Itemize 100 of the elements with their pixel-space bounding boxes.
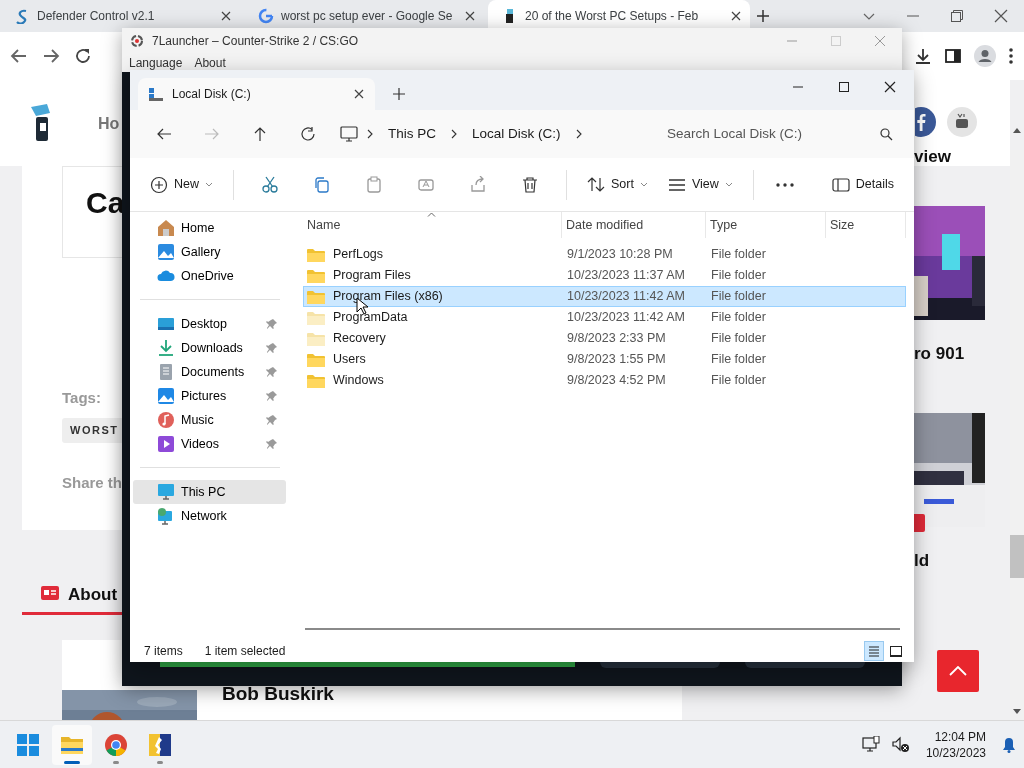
file-name: Recovery — [332, 330, 386, 348]
about-heading: About — [68, 584, 118, 606]
chevron-icon[interactable] — [450, 129, 458, 139]
close-icon[interactable] — [220, 10, 232, 22]
scroll-down-icon[interactable] — [1013, 709, 1021, 714]
breadcrumb-item[interactable]: This PC — [374, 123, 450, 145]
file-name: Program Files — [332, 267, 411, 285]
back-icon[interactable] — [10, 47, 28, 65]
gallery-icon — [157, 243, 175, 261]
menu-item[interactable]: Language — [129, 54, 183, 72]
column-header[interactable]: Type — [706, 212, 826, 238]
post-title[interactable]: ro 901 — [914, 341, 965, 367]
network-status-icon[interactable] — [861, 735, 880, 754]
article-heading: Ca — [86, 185, 125, 221]
copy-icon — [313, 175, 331, 194]
file-name: Users — [332, 351, 366, 369]
nav-item[interactable]: Downloads — [133, 336, 286, 360]
date-cell-text: 9/1/2023 10:28 PM — [566, 246, 674, 264]
scroll-up-icon[interactable] — [1013, 128, 1021, 133]
search-field[interactable]: Search Local Disk (C:) — [665, 122, 880, 146]
file-row[interactable]: Windows 9/8/2023 4:52 PM File folder — [303, 370, 906, 391]
taskbar-app[interactable] — [52, 724, 92, 765]
nav-item[interactable]: Videos — [133, 432, 286, 456]
browser-tab[interactable]: worst pc setup ever - Google Se — [244, 0, 484, 32]
youtube-icon[interactable] — [947, 107, 977, 137]
close-icon[interactable] — [994, 9, 1008, 23]
nav-item[interactable]: Home — [133, 216, 286, 240]
new-menu-button[interactable]: New — [142, 166, 221, 203]
details-button[interactable]: Details — [823, 166, 902, 203]
back-icon — [156, 126, 172, 142]
browser-tab[interactable]: Defender Control v2.1 — [0, 0, 240, 32]
column-header[interactable]: Date modified — [562, 212, 706, 238]
file-name: ProgramData — [332, 309, 408, 327]
bell-icon[interactable] — [1002, 736, 1016, 753]
close-icon[interactable] — [730, 10, 742, 22]
file-row[interactable]: PerfLogs 9/1/2023 10:28 PM File folder — [303, 244, 906, 265]
caret-icon — [205, 182, 213, 187]
nav-item[interactable]: Network — [133, 504, 286, 528]
tab-title: worst pc setup ever - Google Se — [281, 8, 454, 25]
nav-item[interactable]: Desktop — [133, 312, 286, 336]
caret-icon — [639, 182, 648, 187]
facebook-icon[interactable] — [915, 107, 936, 137]
nav-item[interactable]: OneDrive — [133, 264, 286, 288]
refresh-icon — [300, 126, 316, 142]
file-row[interactable]: Program Files (x86) 10/23/2023 11:42 AM File folder — [303, 286, 906, 307]
forward-icon[interactable] — [42, 47, 60, 65]
column-header[interactable]: Name — [303, 212, 562, 238]
contact-card-icon — [41, 586, 59, 600]
paste-icon — [365, 175, 383, 194]
explorer-tab[interactable]: Local Disk (C:) — [138, 78, 375, 110]
restore-icon[interactable] — [950, 9, 964, 23]
tag-chip[interactable]: WORST — [62, 418, 122, 443]
file-row[interactable]: ProgramData 10/23/2023 11:42 AM File folder — [303, 307, 906, 328]
cut-icon — [261, 175, 279, 194]
date-cell-text: 10/23/2023 11:42 AM — [566, 288, 686, 306]
drive-icon — [148, 86, 164, 102]
scroll-top-button[interactable] — [937, 650, 979, 692]
nav-item[interactable]: Music — [133, 408, 286, 432]
post-title[interactable]: ld — [914, 548, 930, 574]
video-icon — [157, 435, 175, 453]
close-icon[interactable] — [464, 10, 476, 22]
profile-icon[interactable] — [974, 45, 996, 67]
reload-icon[interactable] — [74, 47, 92, 65]
share-icon — [469, 175, 487, 194]
favicon-icon — [258, 8, 274, 24]
maximize-icon[interactable] — [838, 81, 850, 93]
volume-muted-icon[interactable] — [891, 735, 910, 754]
download-icon — [157, 339, 175, 357]
document-icon — [157, 363, 175, 381]
view-menu-button[interactable]: View — [659, 166, 741, 203]
side-panel-icon[interactable] — [944, 47, 962, 65]
up-icon — [252, 126, 268, 142]
column-header[interactable]: Size — [826, 212, 906, 238]
new-tab-icon[interactable] — [393, 88, 405, 100]
nav-item[interactable]: Gallery — [133, 240, 286, 264]
game-icon — [148, 732, 172, 757]
nav-item[interactable]: This PC — [133, 480, 286, 504]
scrollbar-thumb[interactable] — [305, 628, 900, 630]
nav-item[interactable]: Pictures — [133, 384, 286, 408]
sort-menu-button[interactable]: Sort — [579, 166, 656, 203]
file-row[interactable]: Users 9/8/2023 1:55 PM File folder — [303, 349, 906, 370]
close-icon[interactable] — [884, 81, 896, 93]
menu-icon[interactable] — [1008, 47, 1014, 65]
nav-item[interactable]: Documents — [133, 360, 286, 384]
chevron-icon[interactable] — [574, 129, 583, 139]
chevron-icon[interactable] — [366, 129, 374, 139]
clock[interactable]: 12:04 PM 10/23/2023 — [921, 728, 990, 761]
nav-link[interactable]: Ho — [98, 112, 120, 136]
download-icon[interactable] — [914, 47, 932, 65]
music-icon — [157, 411, 175, 429]
new-tab-icon[interactable] — [756, 9, 770, 23]
file-row[interactable]: Recovery 9/8/2023 2:33 PM File folder — [303, 328, 906, 349]
close-icon[interactable] — [353, 88, 365, 100]
file-row[interactable]: Program Files 10/23/2023 11:37 AM File folder — [303, 265, 906, 286]
scrollbar-thumb[interactable] — [1010, 535, 1024, 578]
menu-item[interactable]: About — [194, 54, 226, 72]
monitor-icon — [157, 483, 175, 501]
search-icon — [880, 127, 893, 141]
breadcrumb-item[interactable]: Local Disk (C:) — [458, 123, 575, 145]
home-icon — [157, 219, 175, 237]
